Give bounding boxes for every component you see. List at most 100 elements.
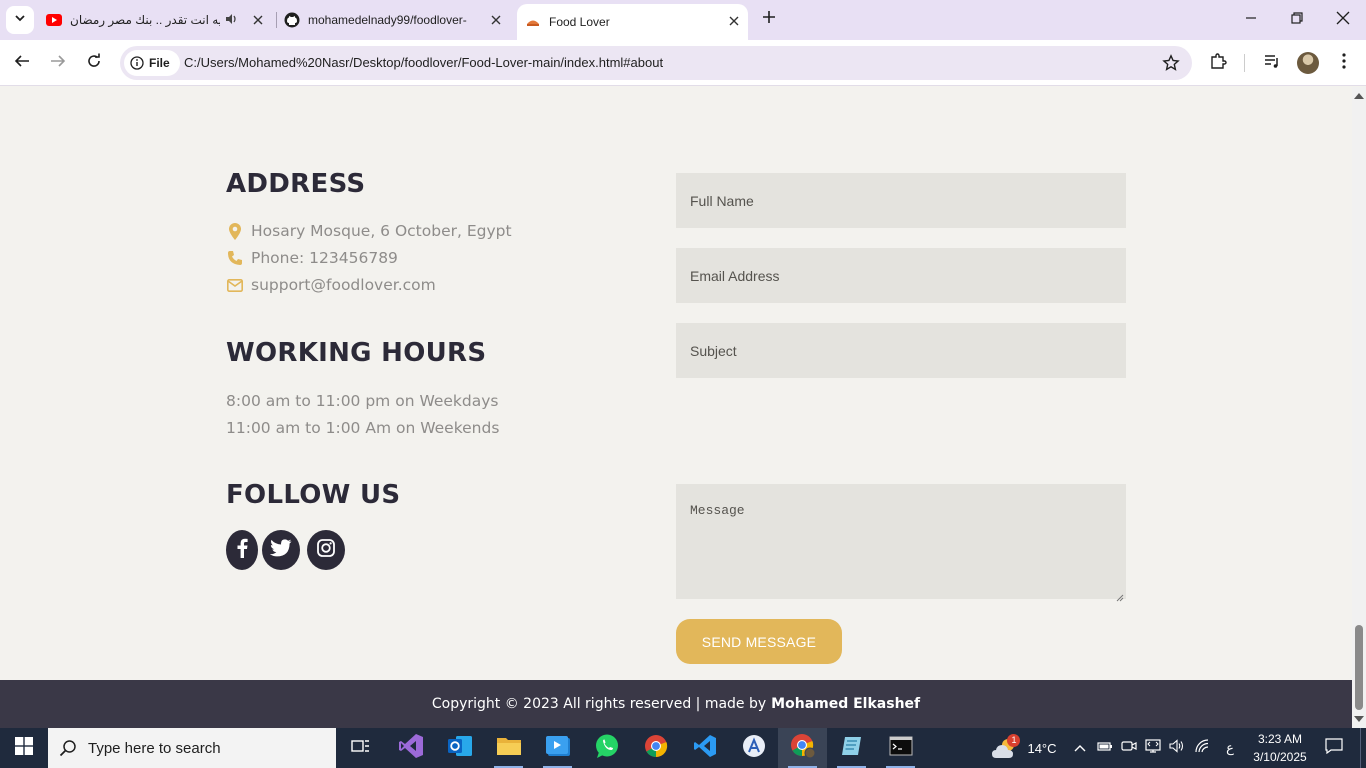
temperature-text: 14°C [1027,740,1057,756]
url-text[interactable]: C:/Users/Mohamed%20Nasr/Desktop/foodlove… [184,55,663,70]
new-tab-button[interactable] [758,8,780,30]
bookmark-star-icon[interactable] [1162,54,1180,72]
taskbar-terminal[interactable] [876,728,925,768]
media-player-icon [545,734,571,763]
notification-center-button[interactable] [1320,728,1348,768]
instagram-icon [317,538,335,562]
map-marker-icon [226,222,244,240]
taskbar-outlook[interactable] [435,728,484,768]
taskbar-notepad[interactable] [827,728,876,768]
taskbar-search[interactable]: Type here to search [48,728,336,768]
tab-title: اغنيه انت تقدر .. بنك مصر رمضان [70,13,220,27]
task-view-icon [350,738,371,759]
arrow-right-icon [50,53,66,74]
taskbar-chrome-active[interactable] [778,728,827,768]
windows-taskbar: Type here to search 1 14°C ع 3:23 AM 3/1… [0,728,1366,768]
clock-date: 3/10/2025 [1253,750,1307,764]
network-icon [1145,738,1161,758]
input-language[interactable]: ع [1220,728,1240,768]
network-status[interactable] [1142,728,1164,768]
hours-weekends: 11:00 am to 1:00 Am on Weekends [226,419,500,437]
more-vertical-icon [1342,52,1346,74]
windows-logo-icon [15,736,33,760]
start-button[interactable] [0,728,48,768]
instagram-link[interactable] [307,530,345,570]
cloud-sun-icon: 1 [991,734,1021,760]
volume-control[interactable] [1166,728,1188,768]
profile-avatar[interactable] [1297,52,1319,74]
meet-now-button[interactable] [1118,728,1140,768]
close-icon[interactable] [488,12,504,28]
follow-us-title: FOLLOW US [226,480,401,510]
browser-menu-button[interactable] [1330,49,1358,77]
camera-icon [1121,739,1137,758]
taskbar-chrome[interactable] [631,728,680,768]
speaker-icon[interactable] [224,12,238,29]
send-message-button[interactable]: SEND MESSAGE [676,619,842,664]
tab-github[interactable]: mohamedelnady99/foodlover- [284,6,510,34]
weather-widget[interactable]: 1 14°C [984,728,1064,768]
hours-weekdays: 8:00 am to 11:00 pm on Weekdays [226,392,499,410]
scroll-up-icon[interactable] [1354,90,1364,100]
address-bar[interactable]: File C:/Users/Mohamed%20Nasr/Desktop/foo… [120,46,1192,80]
visual-studio-icon [398,733,424,764]
reload-icon [86,53,102,74]
message-textarea[interactable] [676,484,1126,599]
back-button[interactable] [8,49,36,77]
taskbar-file-explorer[interactable] [484,728,533,768]
resize-handle-icon[interactable] [1116,589,1124,607]
taskbar-visual-studio[interactable] [386,728,435,768]
search-placeholder: Type here to search [88,739,221,757]
full-name-input[interactable] [676,173,1126,228]
page-scrollbar[interactable] [1352,87,1366,728]
phone-row: Phone: 123456789 [226,249,398,267]
scroll-thumb[interactable] [1355,625,1363,710]
show-hidden-icons[interactable] [1070,728,1090,768]
app-installer-icon [742,734,766,763]
close-icon[interactable] [726,13,742,29]
battery-status[interactable] [1094,728,1116,768]
tab-title: mohamedelnady99/foodlover- [308,13,467,27]
plus-icon [762,10,776,29]
taskbar-clock[interactable]: 3:23 AM 3/10/2025 [1244,730,1316,766]
minimize-button[interactable] [1228,0,1274,40]
folder-icon [496,735,522,762]
tab-food-lover[interactable]: Food Lover [517,4,748,40]
show-desktop-button[interactable] [1360,728,1366,768]
restore-button[interactable] [1274,0,1320,40]
email-text[interactable]: support@foodlover.com [251,276,436,294]
task-view-button[interactable] [336,728,385,768]
wifi-status[interactable] [1190,728,1214,768]
close-window-button[interactable] [1320,0,1366,40]
close-icon[interactable] [250,12,266,28]
scroll-down-icon[interactable] [1354,714,1364,724]
vscode-icon [693,734,717,763]
taskbar-whatsapp[interactable] [582,728,631,768]
taskbar-app-store[interactable] [729,728,778,768]
restore-icon [1291,11,1303,29]
subject-input[interactable] [676,323,1126,378]
email-row: support@foodlover.com [226,276,436,294]
reload-button[interactable] [80,49,108,77]
facebook-link[interactable] [226,530,258,570]
tab-search-button[interactable] [6,6,34,34]
author-name: Mohamed Elkashef [771,696,921,712]
tab-youtube[interactable]: اغنيه انت تقدر .. بنك مصر رمضان [46,6,272,34]
wifi-icon [1194,738,1210,758]
working-hours-title: WORKING HOURS [226,338,487,368]
youtube-icon [46,12,62,28]
email-input[interactable] [676,248,1126,303]
outlook-icon [447,734,473,763]
twitter-link[interactable] [262,530,300,570]
taskbar-media-player[interactable] [533,728,582,768]
extensions-button[interactable] [1204,49,1232,77]
terminal-icon [889,736,913,761]
site-info-chip[interactable]: File [124,50,180,76]
forward-button[interactable] [44,49,72,77]
media-control-button[interactable] [1258,49,1286,77]
arrow-left-icon [14,53,30,74]
tab-divider [276,12,277,28]
browser-toolbar: File C:/Users/Mohamed%20Nasr/Desktop/foo… [0,40,1366,86]
toolbar-divider [1244,54,1245,72]
taskbar-vscode[interactable] [680,728,729,768]
